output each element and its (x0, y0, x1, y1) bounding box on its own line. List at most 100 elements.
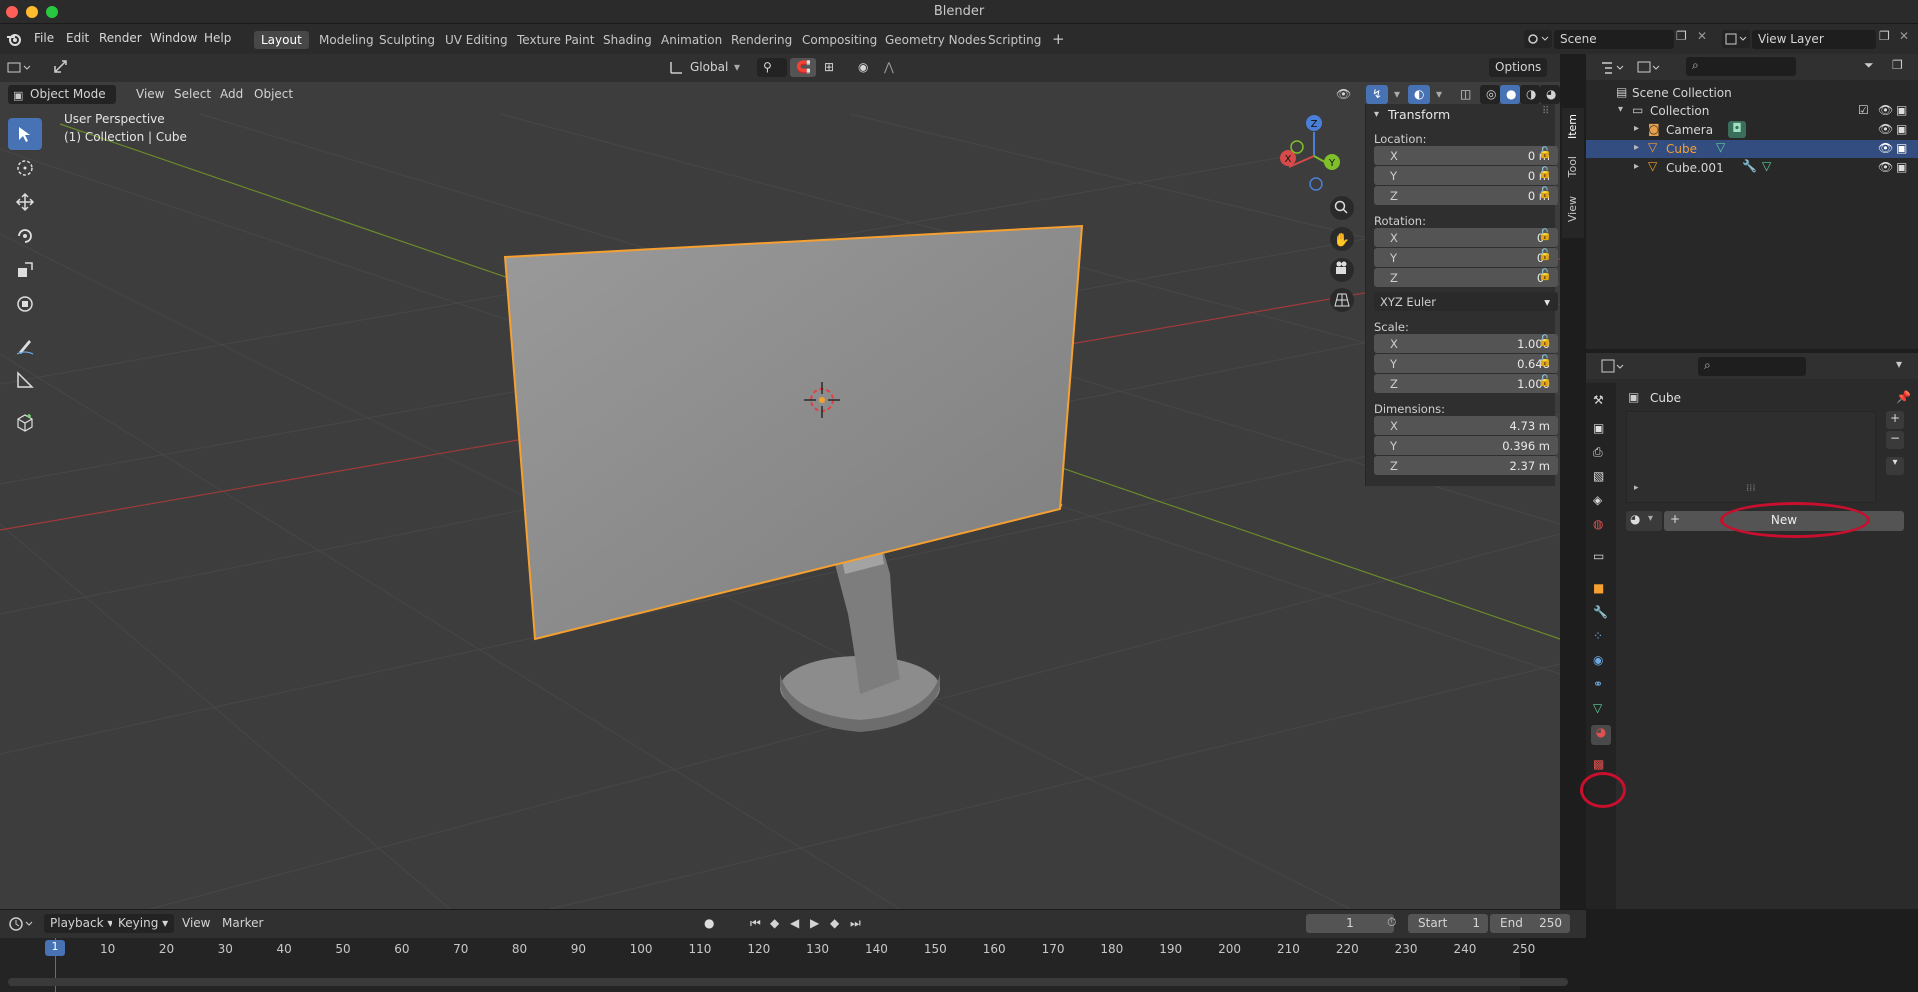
sidebar-tab-tool[interactable]: Tool (1566, 156, 1580, 177)
menu-select[interactable]: Select (168, 85, 217, 104)
snap-target-dropdown[interactable]: ⊞ (818, 58, 848, 77)
eye-icon[interactable]: 👁 (1878, 141, 1893, 155)
output-tab-icon[interactable]: ⎙ (1593, 445, 1609, 461)
expand-arrow-icon[interactable]: ▸ (1634, 142, 1639, 153)
camera-render-icon[interactable]: ▣ (1896, 122, 1907, 136)
menu-render[interactable]: Render (99, 31, 142, 45)
view-layer-field[interactable]: View Layer (1752, 30, 1876, 49)
menu-view[interactable]: View (130, 85, 170, 104)
menu-add[interactable]: Add (214, 85, 249, 104)
outliner-row-collection[interactable]: ▾ ▭ Collection ☑ 👁 ▣ (1586, 102, 1918, 120)
tab-compositing[interactable]: Compositing (795, 31, 884, 49)
overlay-dropdown-icon[interactable]: ▾ (1430, 85, 1448, 104)
move-tool-icon[interactable] (8, 186, 42, 218)
display-mode-icon[interactable] (1636, 59, 1666, 77)
collection-tab-icon[interactable]: ▭ (1593, 549, 1609, 565)
panel-drag-handle-icon[interactable]: ⠿ (1542, 106, 1549, 117)
camera-render-icon[interactable]: ▣ (1896, 160, 1907, 174)
browse-material-dropdown[interactable]: ◕ ▾ (1626, 511, 1662, 531)
timeline-scrollbar[interactable] (8, 978, 1568, 986)
jump-to-end-icon[interactable]: ⏭ (844, 914, 867, 933)
proportional-edit-icon[interactable]: ◉ (852, 58, 876, 77)
timeline-frames[interactable]: 10 20 30 40 50 60 70 80 90 100 110 120 130 140 150 160 1… (0, 938, 1586, 992)
outliner-search-input[interactable]: ⌕ (1686, 57, 1796, 76)
playback-dropdown[interactable]: Playback ▾ (44, 914, 120, 933)
outliner-row-camera[interactable]: ▸ ◙ Camera ◘ 👁 ▣ (1586, 121, 1918, 139)
camera-render-icon[interactable]: ▣ (1896, 103, 1907, 117)
lock-location-y-icon[interactable]: 🔓 (1538, 166, 1552, 179)
lock-scale-y-icon[interactable]: 🔓 (1538, 354, 1552, 367)
scene-tab-icon[interactable]: ◈ (1593, 493, 1609, 509)
menu-object[interactable]: Object (248, 85, 299, 104)
scale-tool-icon[interactable] (8, 254, 42, 286)
overlay-toggle-icon[interactable]: ◐ (1408, 85, 1430, 104)
remove-material-slot-button[interactable]: − (1886, 431, 1904, 449)
location-z-field[interactable]: Z0 m (1374, 186, 1558, 205)
scene-selector-icon[interactable] (1524, 30, 1552, 48)
tab-scripting[interactable]: Scripting (981, 31, 1048, 49)
view-layer-tab-icon[interactable]: ▧ (1593, 469, 1609, 485)
lock-scale-x-icon[interactable]: 🔓 (1538, 334, 1552, 347)
options-dropdown[interactable]: Options (1489, 58, 1548, 77)
properties-editor-type-icon[interactable] (1600, 358, 1630, 376)
menu-file[interactable]: File (34, 31, 54, 45)
transform-pivot-icon[interactable] (52, 58, 70, 76)
keying-dropdown[interactable]: Keying ▾ (112, 914, 175, 933)
tool-tab-icon[interactable]: ⚒ (1593, 393, 1609, 409)
scene-name-field[interactable]: Scene (1554, 30, 1674, 49)
transform-panel-title[interactable]: Transform (1388, 107, 1450, 122)
solid-shading-icon[interactable]: ● (1500, 85, 1520, 104)
menu-edit[interactable]: Edit (66, 31, 89, 45)
rotate-tool-icon[interactable] (8, 220, 42, 252)
tab-uv-editing[interactable]: UV Editing (438, 31, 515, 49)
eye-icon[interactable]: 👁 (1878, 103, 1893, 117)
panel-collapse-icon[interactable]: ▾ (1374, 109, 1379, 120)
dimensions-y-field[interactable]: Y 0.396 m (1374, 436, 1558, 455)
blender-logo-icon[interactable] (6, 31, 22, 47)
tab-shading[interactable]: Shading (596, 31, 659, 49)
play-reverse-icon[interactable]: ◀ (784, 914, 805, 933)
exclude-checkbox[interactable]: ☑ (1858, 103, 1869, 117)
gizmo-dropdown-icon[interactable]: ▾ (1388, 85, 1406, 104)
mesh-data-icon[interactable]: ▽ (1716, 140, 1725, 154)
camera-data-icon[interactable]: ◘ (1728, 121, 1746, 138)
lock-rotation-z-icon[interactable]: 🔓 (1538, 268, 1552, 281)
eye-icon[interactable]: 👁 (1878, 160, 1893, 174)
transform-tool-icon[interactable] (8, 288, 42, 320)
timeline-editor-type-icon[interactable] (8, 915, 38, 933)
properties-search-input[interactable]: ⌕ (1698, 357, 1806, 376)
duplicate-view-layer-icon[interactable]: ❐ (1879, 29, 1890, 43)
view-layer-selector-icon[interactable] (1722, 30, 1750, 48)
sidebar-tab-item[interactable]: Item (1566, 114, 1580, 139)
rotation-mode-dropdown[interactable]: XYZ Euler ▾ (1374, 292, 1558, 311)
cursor-tool-icon[interactable] (8, 152, 42, 184)
outliner-editor-type-icon[interactable] (1600, 59, 1630, 77)
lock-location-z-icon[interactable]: 🔓 (1538, 186, 1552, 199)
scale-x-field[interactable]: X 1.000 (1374, 334, 1558, 353)
end-frame-field[interactable]: End 250 (1490, 914, 1570, 933)
outliner-row-scene-collection[interactable]: ▤ Scene Collection (1586, 84, 1918, 102)
new-collection-icon[interactable]: ❐ (1892, 58, 1903, 72)
snap-toggle-icon[interactable]: 🧲 (790, 58, 816, 77)
tab-rendering[interactable]: Rendering (724, 31, 799, 49)
pin-icon[interactable]: 📌 (1896, 390, 1911, 404)
lock-rotation-y-icon[interactable]: 🔓 (1538, 248, 1552, 261)
modifier-wrench-icon[interactable]: 🔧 (1742, 159, 1757, 173)
zoom-view-icon[interactable] (1330, 196, 1354, 220)
rendered-shading-icon[interactable]: ◕ (1540, 85, 1560, 104)
expand-arrow-icon[interactable]: ▸ (1634, 161, 1639, 172)
camera-render-icon[interactable]: ▣ (1896, 141, 1907, 155)
dimensions-x-field[interactable]: X 4.73 m (1374, 416, 1558, 435)
current-frame-field[interactable]: 1 (1306, 914, 1394, 933)
scale-z-field[interactable]: Z 1.000 (1374, 374, 1558, 393)
visibility-dropdown-icon[interactable]: 👁 (1330, 85, 1362, 104)
annotate-tool-icon[interactable] (8, 330, 42, 362)
mesh-data-tab-icon[interactable]: ▽ (1593, 701, 1609, 717)
lock-rotation-x-icon[interactable]: 🔓 (1538, 228, 1552, 241)
object-tab-icon[interactable]: ■ (1593, 581, 1609, 597)
duplicate-scene-icon[interactable]: ❐ (1676, 29, 1687, 43)
orientation-dropdown[interactable]: Global (684, 58, 734, 77)
rotation-z-field[interactable]: Z 0° (1374, 268, 1558, 287)
delete-view-layer-icon[interactable]: ✕ (1899, 29, 1909, 43)
3d-viewport[interactable]: Z X Y ✋ Global ▾ ⚲ 🧲 ⊞ ◉ ⋀ Options Objec… (0, 54, 1560, 909)
